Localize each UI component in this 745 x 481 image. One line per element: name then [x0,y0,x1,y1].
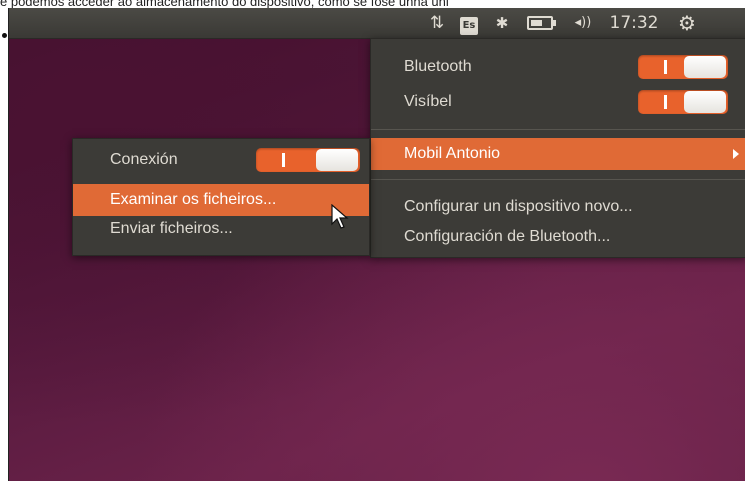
volume-glyph: ◂)) [574,15,592,30]
menu-separator [371,129,745,130]
visible-label: Visíbel [404,93,452,110]
top-panel: ⇅ Es ✱ ◂)) 17:32 ⚙ [9,8,745,39]
network-updown-icon[interactable]: ⇅ [424,8,450,38]
volume-icon[interactable]: ◂)) [565,8,601,38]
clock-label: 17:32 [609,13,659,33]
menu-item-connection: Conexión [73,144,369,176]
browse-files-label: Examinar os ficheiros... [110,191,277,208]
menu-item-visible: Visíbel [371,86,745,118]
submenu-arrow-icon [733,149,739,159]
mouse-cursor-icon [331,204,349,229]
bluetooth-settings-label: Configuración de Bluetooth... [404,228,611,245]
menu-item-bluetooth: Bluetooth [371,51,745,83]
keyboard-layout-label: Es [460,17,478,35]
clock[interactable]: 17:32 [607,8,661,38]
menu-item-device-mobil-antonio[interactable]: Mobil Antonio [371,138,745,170]
send-files-label: Enviar ficheiros... [110,220,233,237]
keyboard-layout-icon[interactable]: Es [456,8,482,38]
toggle-on-mark [282,153,285,167]
bluetooth-glyph: ✱ [495,14,509,32]
bluetooth-label: Bluetooth [404,58,472,75]
connection-toggle[interactable] [256,148,360,172]
menu-item-browse-files[interactable]: Examinar os ficheiros... [73,184,369,216]
list-bullet [2,33,7,38]
device-submenu: Conexión Examinar os ficheiros... Enviar… [72,138,370,256]
gear-icon[interactable]: ⚙ [667,8,707,38]
desktop: ⇅ Es ✱ ◂)) 17:32 ⚙ Bluetooth Visíbel Mob… [8,8,745,481]
bluetooth-menu: Bluetooth Visíbel Mobil Antonio Configur… [370,38,745,258]
bluetooth-toggle[interactable] [638,55,728,79]
bluetooth-icon[interactable]: ✱ [489,8,515,38]
toggle-knob[interactable] [316,149,358,171]
battery-outline [527,16,556,30]
menu-item-setup-device[interactable]: Configurar un dispositivo novo... [371,191,745,223]
connection-label: Conexión [110,151,178,168]
toggle-knob[interactable] [684,56,726,78]
menu-item-send-files[interactable]: Enviar ficheiros... [73,213,369,245]
battery-level [531,20,542,26]
setup-device-label: Configurar un dispositivo novo... [404,198,633,215]
visible-toggle[interactable] [638,90,728,114]
toggle-on-mark [664,60,667,74]
menu-item-bluetooth-settings[interactable]: Configuración de Bluetooth... [371,221,745,253]
toggle-on-mark [664,95,667,109]
battery-icon[interactable] [521,8,559,38]
menu-separator [371,179,745,180]
device-label: Mobil Antonio [404,145,501,162]
toggle-knob[interactable] [684,91,726,113]
network-glyph: ⇅ [429,13,445,33]
